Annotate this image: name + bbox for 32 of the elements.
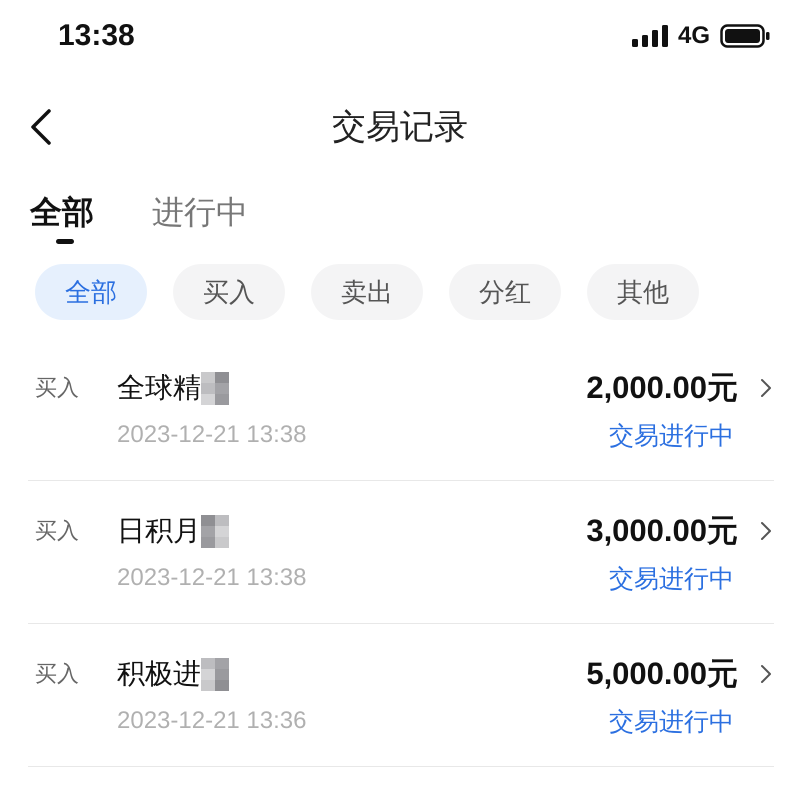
record-time: 2023-12-21 13:38: [117, 564, 306, 592]
record-type: 买入: [34, 375, 80, 403]
filter-chip[interactable]: 卖出: [311, 264, 423, 320]
amount: 5,000.00元: [586, 655, 738, 693]
chevron-right-icon[interactable]: [760, 378, 772, 398]
chevron-right-icon[interactable]: [760, 664, 772, 684]
record-type: 买入: [34, 518, 80, 546]
tab[interactable]: 进行中: [152, 182, 248, 244]
signal-icon: [632, 25, 668, 47]
status-time: 13:38: [58, 19, 135, 53]
amount: 2,000.00元: [586, 369, 738, 407]
chevron-right-icon[interactable]: [760, 521, 772, 541]
record-type: 买入: [34, 661, 80, 689]
fund-name: 全球精: [117, 370, 201, 406]
tab-indicator: [56, 239, 74, 244]
fund-name: 积极进: [117, 656, 201, 692]
record-status: 交易进行中: [609, 420, 734, 452]
record-time: 2023-12-21 13:38: [117, 421, 306, 449]
battery-icon: [720, 24, 770, 48]
tab[interactable]: 全部: [30, 182, 94, 244]
record-status: 交易进行中: [609, 706, 734, 738]
fund-name: 日积月: [117, 513, 201, 549]
record-status: 交易进行中: [609, 562, 734, 594]
filter-chip[interactable]: 全部: [35, 264, 147, 320]
filter-chip[interactable]: 其他: [587, 264, 699, 320]
amount: 3,000.00元: [586, 512, 738, 550]
filter-chip[interactable]: 买入: [173, 264, 285, 320]
network-label: 4G: [678, 22, 710, 50]
record-time: 2023-12-21 13:36: [117, 707, 306, 735]
filter-chip[interactable]: 分红: [449, 264, 561, 320]
page-title: 交易记录: [332, 106, 468, 149]
back-button[interactable]: [30, 109, 52, 145]
